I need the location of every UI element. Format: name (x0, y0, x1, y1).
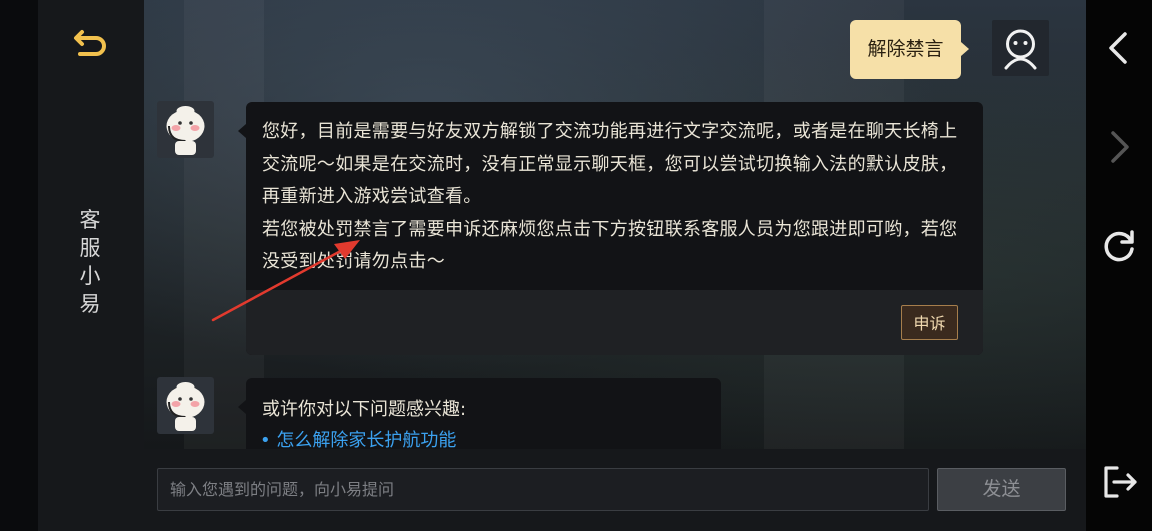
title-char: 小 (79, 264, 101, 288)
back-arrow-icon[interactable] (70, 22, 112, 64)
title-char: 客 (79, 208, 101, 232)
chevron-left-icon[interactable] (1097, 26, 1141, 70)
chevron-right-icon[interactable] (1097, 125, 1141, 169)
bot-avatar-icon (157, 101, 214, 158)
user-avatar-icon[interactable] (992, 20, 1049, 76)
bot-message-paragraph: 若您被处罚禁言了需要申诉还麻烦您点击下方按钮联系客服人员为您跟进即可哟，若您没受… (262, 218, 958, 273)
question-input[interactable] (157, 468, 929, 511)
title-char: 服 (79, 236, 101, 260)
bot-message-bubble: 您好，目前是需要与好友双方解锁了交流功能再进行文字交流呢，或者是在聊天长椅上交流… (238, 102, 983, 355)
bubble-footer (246, 290, 983, 355)
exit-icon[interactable] (1097, 460, 1141, 504)
refresh-icon[interactable] (1097, 223, 1141, 267)
sidebar-title: 客 服 小 易 (78, 206, 102, 318)
title-char: 易 (79, 292, 101, 316)
left-edge (0, 0, 38, 531)
send-button[interactable]: 发送 (937, 468, 1066, 511)
suggestion-bubble: 或许你对以下问题感兴趣: • 怎么解除家长护航功能 (238, 378, 721, 458)
bot-message-paragraph: 您好，目前是需要与好友双方解锁了交流功能再进行文字交流呢，或者是在聊天长椅上交流… (262, 121, 958, 207)
bot-message-text: 您好，目前是需要与好友双方解锁了交流功能再进行文字交流呢，或者是在聊天长椅上交流… (262, 116, 974, 279)
appeal-button[interactable]: 申诉 (901, 305, 958, 340)
suggestion-intro: 或许你对以下问题感兴趣: (262, 399, 467, 420)
bot-avatar-icon (157, 377, 214, 434)
user-message-bubble: 解除禁言 (850, 20, 969, 79)
